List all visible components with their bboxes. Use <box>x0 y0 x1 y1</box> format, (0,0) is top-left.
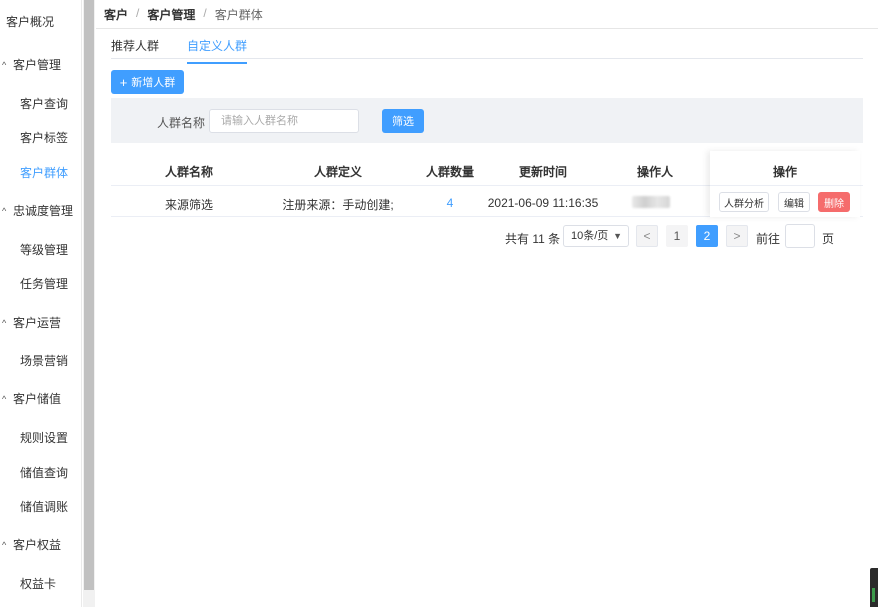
column-header-updated: 更新时间 <box>518 165 568 179</box>
sidebar-item-rule-settings[interactable]: 规则设置 <box>20 429 68 446</box>
filter-button[interactable]: 筛选 <box>382 109 424 133</box>
cell-group-definition: 注册来源：手动创建; <box>282 198 394 212</box>
sidebar-scrollbar[interactable] <box>83 0 95 607</box>
breadcrumb-separator: / <box>203 6 207 20</box>
sidebar-group-customer-management[interactable]: ^ 客户管理 <box>2 56 61 73</box>
cell-group-name: 来源筛选 <box>164 198 214 212</box>
tab-recommended-groups[interactable]: 推荐人群 <box>111 37 159 64</box>
breadcrumb-customer[interactable]: 客户 <box>104 6 128 23</box>
sidebar-item-task-management[interactable]: 任务管理 <box>20 275 68 292</box>
cell-updated-time: 2021-06-09 11:16:35 <box>487 196 599 210</box>
plus-icon: + <box>119 74 128 90</box>
breadcrumb-current: 客户群体 <box>214 8 263 22</box>
sidebar-group-loyalty[interactable]: ^ 忠诚度管理 <box>2 202 73 219</box>
sidebar-group-label: 客户管理 <box>13 58 62 72</box>
corner-widget <box>870 568 878 607</box>
chevron-up-icon: ^ <box>2 393 7 404</box>
page-suffix-label: 页 <box>822 232 835 246</box>
chevron-up-icon: ^ <box>2 539 7 550</box>
sidebar-group-label: 客户运营 <box>13 316 62 330</box>
sidebar-item-scene-marketing[interactable]: 场景营销 <box>20 352 68 369</box>
sidebar-item-benefit-card[interactable]: 权益卡 <box>20 575 56 592</box>
sidebar-group-benefits[interactable]: ^ 客户权益 <box>2 536 61 553</box>
sidebar-item-overview[interactable]: 客户概况 <box>6 13 54 30</box>
sidebar-item-customer-tags[interactable]: 客户标签 <box>20 129 68 146</box>
column-header-operator: 操作人 <box>636 165 674 179</box>
sidebar-group-stored-value[interactable]: ^ 客户储值 <box>2 390 61 407</box>
column-header-count: 人群数量 <box>425 165 475 179</box>
actions-column: 操作 人群分析 编辑 删除 <box>710 151 860 217</box>
tabs-divider <box>111 58 863 59</box>
cell-group-count-link[interactable]: 4 <box>447 196 454 210</box>
header-divider <box>96 28 878 29</box>
column-header-definition: 人群定义 <box>313 165 363 179</box>
tab-custom-groups[interactable]: 自定义人群 <box>187 37 248 64</box>
sidebar-item-stored-value-adjust[interactable]: 储值调账 <box>20 498 68 515</box>
chevron-up-icon: ^ <box>2 59 7 70</box>
add-group-label: 新增人群 <box>131 77 176 89</box>
column-header-actions: 操作 <box>772 165 797 179</box>
page-button-1[interactable]: 1 <box>666 225 688 247</box>
sidebar-item-stored-value-query[interactable]: 储值查询 <box>20 464 68 481</box>
sidebar-item-customer-groups[interactable]: 客户群体 <box>20 164 68 181</box>
indicator-bar <box>872 588 875 602</box>
prev-page-button[interactable]: < <box>636 225 658 247</box>
page-button-2[interactable]: 2 <box>696 225 718 247</box>
page-size-select[interactable]: 10条/页 ▼ <box>563 225 629 247</box>
scrollbar-thumb[interactable] <box>84 0 94 590</box>
next-page-button[interactable]: > <box>726 225 748 247</box>
breadcrumb-separator: / <box>136 6 140 20</box>
goto-label: 前往 <box>756 232 781 246</box>
sidebar-item-customer-query[interactable]: 客户查询 <box>20 95 68 112</box>
operator-blurred <box>632 196 670 208</box>
column-header-name: 人群名称 <box>164 165 214 179</box>
sidebar-group-label: 客户权益 <box>13 538 62 552</box>
chevron-up-icon: ^ <box>2 317 7 328</box>
sidebar-item-level-management[interactable]: 等级管理 <box>20 241 68 258</box>
filter-panel: 人群名称 请输入人群名称 筛选 <box>111 98 863 143</box>
tabs: 推荐人群 自定义人群 <box>111 37 275 64</box>
breadcrumb-customer-management[interactable]: 客户管理 <box>147 6 195 23</box>
sidebar-group-operations[interactable]: ^ 客户运营 <box>2 314 61 331</box>
pagination-total: 共有 11 条 <box>505 232 561 246</box>
filter-label: 人群名称 <box>157 116 206 130</box>
add-group-button[interactable]: + 新增人群 <box>111 70 184 94</box>
chevron-down-icon: ▼ <box>613 231 622 241</box>
analyze-group-button[interactable]: 人群分析 <box>719 192 769 212</box>
page-size-value: 10条/页 <box>571 230 609 242</box>
breadcrumb: 客户 / 客户管理 / 客户群体 <box>104 6 263 23</box>
goto-page-input[interactable] <box>785 224 815 248</box>
chevron-up-icon: ^ <box>2 205 7 216</box>
edit-button[interactable]: 编辑 <box>778 192 810 212</box>
sidebar-group-label: 忠诚度管理 <box>13 204 74 218</box>
sidebar: 客户概况 ^ 客户管理 客户查询 客户标签 客户群体 ^ 忠诚度管理 等级管理 … <box>0 0 82 607</box>
sidebar-group-label: 客户储值 <box>13 392 62 406</box>
group-name-input[interactable]: 请输入人群名称 <box>209 109 359 133</box>
actions-header-divider <box>710 185 860 186</box>
delete-button[interactable]: 删除 <box>818 192 850 212</box>
